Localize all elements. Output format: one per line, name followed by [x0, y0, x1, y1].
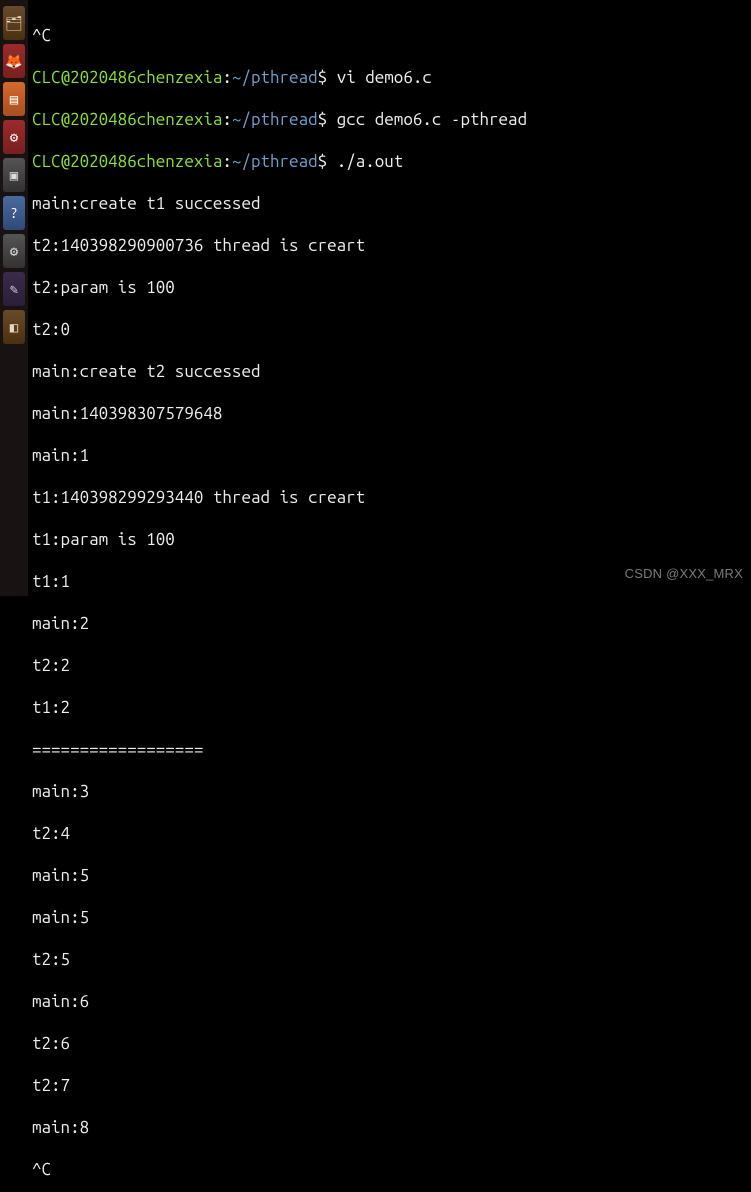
output-line: t2:2	[32, 655, 747, 676]
prompt-path: ~/pthread	[232, 68, 318, 87]
output-line: ==================	[32, 739, 747, 760]
output-line: t1:140398299293440 thread is creart	[32, 487, 747, 508]
command-text: vi demo6.c	[337, 68, 432, 87]
output-line: main:6	[32, 991, 747, 1012]
watermark: CSDN @XXX_MRX	[625, 563, 743, 584]
terminal-active-icon[interactable]: ▣	[3, 158, 25, 192]
output-line: t1:2	[32, 697, 747, 718]
output-line: ^C	[32, 25, 747, 46]
output-line: t2:param is 100	[32, 277, 747, 298]
output-line: main:2	[32, 613, 747, 634]
command-text: gcc demo6.c -pthread	[337, 110, 527, 129]
prompt-line: CLC@2020486chenzexia:~/pthread$ gcc demo…	[32, 109, 747, 130]
command-text: ./a.out	[337, 152, 404, 171]
prompt-userhost: CLC@2020486chenzexia	[32, 68, 222, 87]
output-line: t2:4	[32, 823, 747, 844]
output-line: t2:6	[32, 1033, 747, 1054]
prompt-sep: :	[222, 68, 232, 87]
output-line: main:1	[32, 445, 747, 466]
output-line: t2:5	[32, 949, 747, 970]
app-icon[interactable]: ◧	[3, 310, 25, 344]
prompt-path: ~/pthread	[232, 152, 318, 171]
software-icon[interactable]: ⚙	[3, 120, 25, 154]
output-line: ^C	[32, 1159, 747, 1180]
files-icon[interactable]: 🗂	[3, 6, 25, 40]
prompt-sep: :	[222, 152, 232, 171]
firefox-icon[interactable]: 🦊	[3, 44, 25, 78]
text-editor-icon[interactable]: ✎	[3, 272, 25, 306]
output-line: main:3	[32, 781, 747, 802]
unity-launcher[interactable]: 🗂 🦊 ▤ ⚙ ▣ ? ⚙ ✎ ◧	[0, 0, 28, 596]
prompt-sep: :	[222, 110, 232, 129]
output-line: main:create t2 successed	[32, 361, 747, 382]
prompt-symbol: $	[318, 152, 328, 171]
terminal-window[interactable]: ^C CLC@2020486chenzexia:~/pthread$ vi de…	[28, 0, 751, 596]
prompt-line: CLC@2020486chenzexia:~/pthread$ ./a.out	[32, 151, 747, 172]
output-line: main:5	[32, 865, 747, 886]
prompt-symbol: $	[318, 68, 328, 87]
output-line: main:8	[32, 1117, 747, 1138]
prompt-path: ~/pthread	[232, 110, 318, 129]
output-line: main:140398307579648	[32, 403, 747, 424]
settings-icon[interactable]: ⚙	[3, 234, 25, 268]
output-line: t2:0	[32, 319, 747, 340]
prompt-line: CLC@2020486chenzexia:~/pthread$ vi demo6…	[32, 67, 747, 88]
prompt-symbol: $	[318, 110, 328, 129]
impress-icon[interactable]: ▤	[3, 82, 25, 116]
output-line: t2:140398290900736 thread is creart	[32, 235, 747, 256]
output-line: main:5	[32, 907, 747, 928]
prompt-userhost: CLC@2020486chenzexia	[32, 152, 222, 171]
prompt-userhost: CLC@2020486chenzexia	[32, 110, 222, 129]
output-line: t2:7	[32, 1075, 747, 1096]
help-icon[interactable]: ?	[3, 196, 25, 230]
output-line: t1:param is 100	[32, 529, 747, 550]
output-line: main:create t1 successed	[32, 193, 747, 214]
